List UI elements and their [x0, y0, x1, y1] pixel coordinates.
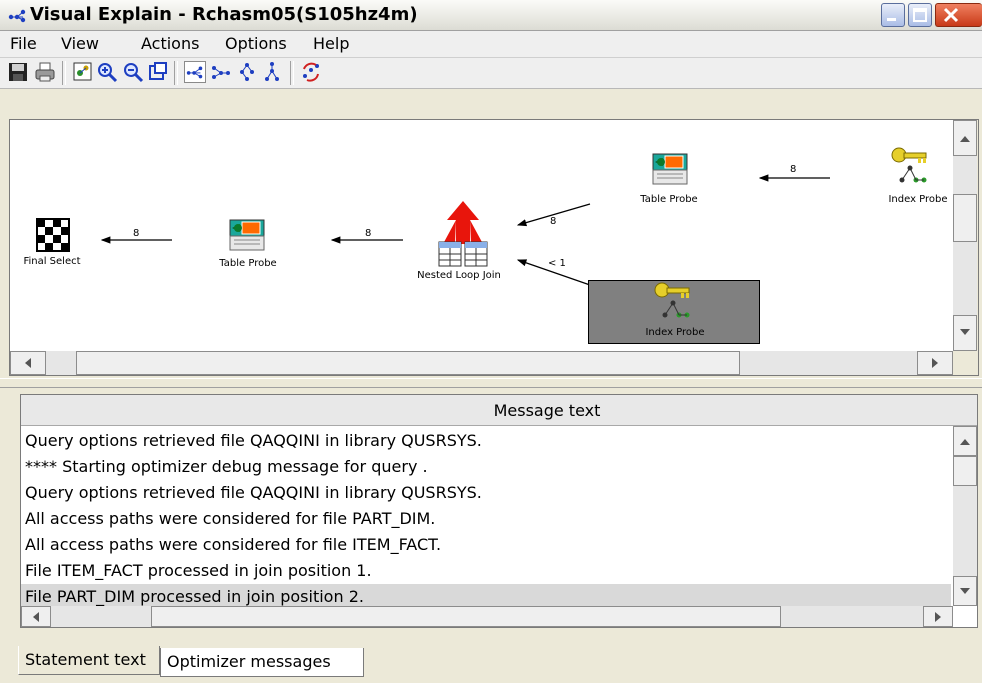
visual-explain-window: Visual Explain - Rchasm05(S105hz4m) File…	[0, 0, 982, 683]
visual-explain-app-icon	[8, 9, 26, 23]
message-row[interactable]: File ITEM_FACT processed in join positio…	[21, 558, 951, 584]
fit-window-icon[interactable]	[147, 61, 169, 83]
toolbar-separator	[62, 61, 66, 85]
scroll-up-button[interactable]	[953, 120, 977, 156]
title-bar[interactable]: Visual Explain - Rchasm05(S105hz4m)	[0, 0, 982, 31]
node-table-probe[interactable]	[228, 216, 266, 252]
menu-bar: File View Actions Options Help	[0, 31, 982, 58]
maximize-button[interactable]	[908, 3, 932, 27]
zoom-out-icon[interactable]	[122, 61, 144, 83]
message-row[interactable]: All access paths were considered for fil…	[21, 532, 951, 558]
menu-actions[interactable]: Actions	[141, 34, 199, 53]
menu-options[interactable]: Options	[225, 34, 287, 53]
message-table: Message text Query options retrieved fil…	[20, 394, 978, 628]
pane-splitter[interactable]	[0, 378, 982, 388]
nested-loop-join-icon	[438, 201, 488, 267]
message-row[interactable]: Query options retrieved file QAQQINI in …	[21, 480, 951, 506]
arrow-right-icon	[935, 612, 941, 622]
scroll-thumb[interactable]	[76, 351, 740, 375]
graph-horizontal-scrollbar[interactable]	[10, 351, 953, 375]
maximize-icon	[913, 8, 927, 22]
node-label: Nested Loop Join	[417, 270, 501, 281]
scroll-thumb[interactable]	[953, 194, 977, 242]
arrow-left-icon	[25, 358, 31, 368]
print-icon[interactable]	[34, 61, 56, 83]
arrow-up-icon	[960, 439, 970, 445]
node-label: Table Probe	[640, 194, 698, 205]
node-label: Final Select	[23, 256, 81, 267]
layout-horizontal-alt-icon[interactable]	[210, 61, 232, 83]
node-label: Table Probe	[219, 258, 277, 269]
layout-vertical-alt-icon[interactable]	[261, 61, 283, 83]
message-column-header[interactable]: Message text	[21, 395, 977, 426]
menu-help[interactable]: Help	[313, 34, 349, 53]
close-icon	[943, 7, 959, 23]
menu-file[interactable]: File	[10, 34, 37, 53]
menu-view[interactable]: View	[61, 34, 99, 53]
index-probe-icon	[891, 147, 927, 183]
minimize-icon	[887, 18, 896, 21]
scroll-thumb[interactable]	[151, 606, 781, 627]
overview-icon[interactable]	[72, 61, 94, 83]
minimize-button[interactable]	[881, 3, 905, 27]
scroll-left-button[interactable]	[21, 606, 51, 627]
table-probe-icon	[652, 153, 688, 185]
tab-optimizer-messages[interactable]: Optimizer messages	[160, 648, 364, 677]
messages-horizontal-scrollbar[interactable]	[21, 606, 953, 627]
edge-label-rows: 8	[133, 228, 140, 239]
scroll-left-button[interactable]	[10, 351, 46, 375]
toolbar-separator	[290, 61, 294, 85]
save-icon[interactable]	[7, 61, 29, 83]
scroll-thumb[interactable]	[953, 456, 977, 486]
edge-label-rows: 8	[365, 228, 372, 239]
message-row[interactable]: All access paths were considered for fil…	[21, 506, 951, 532]
edge-label-rows: 8	[550, 216, 557, 227]
node-final-select[interactable]	[36, 218, 70, 252]
scroll-down-button[interactable]	[953, 315, 977, 351]
arrow-up-icon	[960, 136, 970, 142]
tab-statement-text[interactable]: Statement text	[18, 646, 160, 675]
query-graph: 8 8 8 8 < 1 Final Select Table Probe Nes…	[10, 120, 953, 351]
scroll-up-button[interactable]	[953, 426, 977, 456]
close-button[interactable]	[935, 3, 982, 27]
arrow-down-icon	[960, 588, 970, 594]
table-probe-icon	[229, 219, 265, 251]
node-table-probe[interactable]	[651, 150, 689, 186]
edge-label-rows: 8	[790, 164, 797, 175]
scroll-down-button[interactable]	[953, 576, 977, 606]
message-row[interactable]: Query options retrieved file QAQQINI in …	[21, 428, 951, 454]
layout-vertical-icon[interactable]	[236, 61, 258, 83]
window-title: Visual Explain - Rchasm05(S105hz4m)	[30, 4, 418, 25]
scroll-right-button[interactable]	[923, 606, 953, 627]
node-label: Index Probe	[888, 194, 948, 205]
message-row[interactable]: **** Starting optimizer debug message fo…	[21, 454, 951, 480]
scroll-right-button[interactable]	[917, 351, 953, 375]
toolbar-separator	[174, 61, 178, 85]
node-nested-loop-join[interactable]	[435, 200, 491, 268]
arrow-down-icon	[960, 329, 970, 335]
messages-vertical-scrollbar[interactable]	[953, 426, 977, 606]
checkered-flag-icon	[36, 218, 70, 252]
node-index-probe[interactable]	[890, 146, 930, 186]
node-index-probe-selected[interactable]: Index Probe	[588, 280, 760, 344]
toolbar	[0, 58, 982, 89]
zoom-in-icon[interactable]	[96, 61, 118, 83]
index-probe-icon	[654, 282, 690, 318]
refresh-layout-icon[interactable]	[300, 61, 322, 83]
column-header-label: Message text	[493, 401, 601, 420]
layout-horizontal-icon[interactable]	[184, 61, 206, 83]
node-label: Index Probe	[645, 327, 705, 338]
arrow-left-icon	[33, 612, 39, 622]
graph-vertical-scrollbar[interactable]	[953, 120, 977, 351]
edge-label-rows: < 1	[548, 258, 566, 269]
arrow-right-icon	[932, 358, 938, 368]
